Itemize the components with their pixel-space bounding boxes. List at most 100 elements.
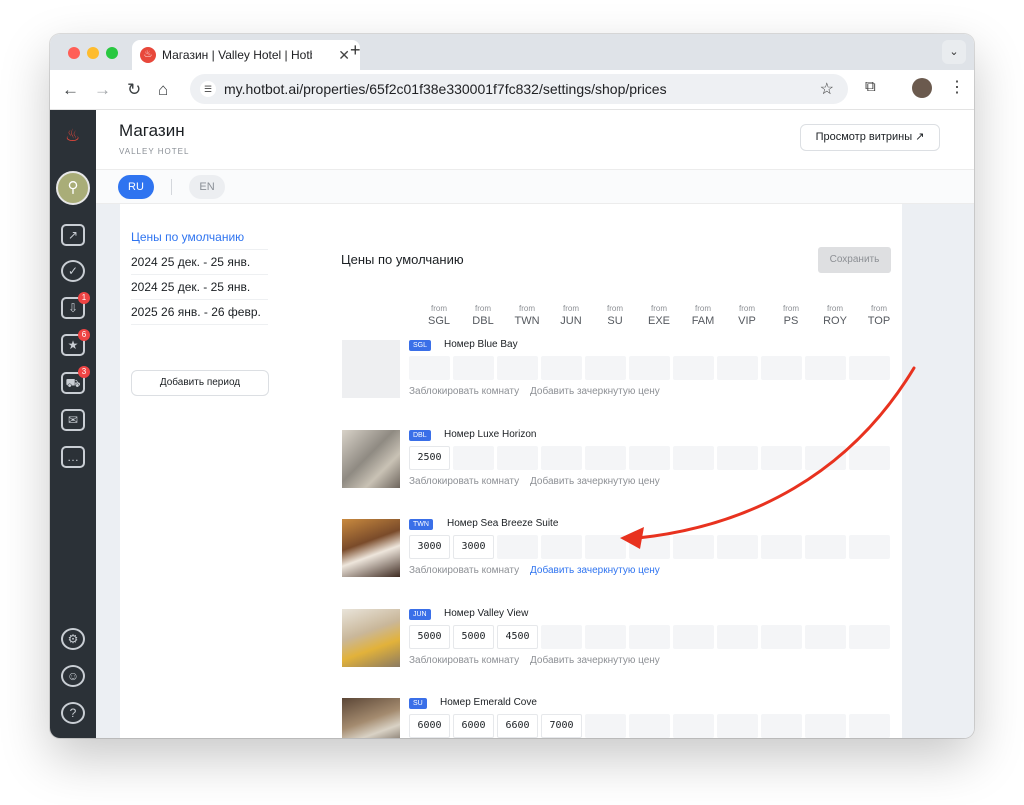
hotbot-logo-icon[interactable]: ♨ [65,126,80,146]
lang-ru-button[interactable]: RU [118,175,154,199]
price-input-jun[interactable] [541,445,582,470]
property-avatar[interactable]: ⚲ [56,171,90,205]
period-default[interactable]: Цены по умолчанию [131,225,268,250]
price-input-jun[interactable] [541,356,582,380]
price-input-su[interactable] [585,356,626,380]
address-bar[interactable]: ☰ my.hotbot.ai/properties/65f2c01f38e330… [190,74,848,104]
price-input-roy[interactable] [805,445,846,470]
price-input-twn[interactable] [497,445,538,470]
close-tab-icon[interactable]: ✕ [338,47,350,63]
price-input-ps[interactable] [761,714,802,738]
price-input-su[interactable] [585,535,626,559]
price-input-dbl[interactable]: 3000 [453,535,494,559]
help-icon[interactable]: ? [61,702,85,724]
price-input-jun[interactable]: 7000 [541,714,582,738]
price-input-su[interactable] [585,445,626,470]
price-input-fam[interactable] [673,624,714,649]
price-input-dbl[interactable] [453,445,494,470]
price-input-exe[interactable] [629,445,670,470]
back-icon[interactable]: ← [62,80,79,100]
mail-icon[interactable]: ✉ [61,409,85,431]
settings-gear-icon[interactable]: ⚙ [61,628,85,650]
price-input-top[interactable] [849,535,890,559]
period-item[interactable]: 2024 25 дек. - 25 янв. [131,275,268,300]
price-input-sgl[interactable]: 2500 [409,445,450,470]
reload-icon[interactable]: ↻ [127,80,141,100]
save-button[interactable]: Сохранить [818,247,891,273]
price-input-vip[interactable] [717,624,758,649]
price-input-jun[interactable] [541,624,582,649]
zoom-window-button[interactable] [106,47,118,59]
url-text[interactable]: my.hotbot.ai/properties/65f2c01f38e33000… [224,81,667,97]
price-input-fam[interactable] [673,535,714,559]
price-input-roy[interactable] [805,624,846,649]
minimize-window-button[interactable] [87,47,99,59]
room-photo[interactable] [342,698,400,738]
price-input-vip[interactable] [717,535,758,559]
price-input-top[interactable] [849,714,890,738]
price-input-twn[interactable] [497,535,538,559]
price-input-vip[interactable] [717,356,758,380]
tasks-check-icon[interactable]: ✓ [61,260,85,282]
lang-en-button[interactable]: EN [189,175,225,199]
room-photo[interactable] [342,340,400,398]
price-input-exe[interactable] [629,714,670,738]
block-room-link[interactable]: Заблокировать комнату [409,655,519,666]
price-input-roy[interactable] [805,535,846,559]
price-input-twn[interactable]: 4500 [497,624,538,649]
price-input-exe[interactable] [629,535,670,559]
user-profile-icon[interactable]: ☺ [61,665,85,687]
price-input-fam[interactable] [673,445,714,470]
price-input-roy[interactable] [805,714,846,738]
room-photo[interactable] [342,519,400,577]
analytics-icon[interactable]: ↗ [61,224,85,246]
price-input-ps[interactable] [761,624,802,649]
price-input-top[interactable] [849,356,890,380]
price-input-vip[interactable] [717,714,758,738]
price-input-sgl[interactable] [409,356,450,380]
add-period-button[interactable]: Добавить период [131,370,269,396]
price-input-dbl[interactable]: 5000 [453,624,494,649]
period-item[interactable]: 2024 25 дек. - 25 янв. [131,250,268,275]
site-settings-icon[interactable]: ☰ [200,81,216,97]
new-tab-icon[interactable]: + [350,40,361,61]
close-window-button[interactable] [68,47,80,59]
price-input-su[interactable] [585,714,626,738]
price-input-fam[interactable] [673,356,714,380]
extensions-icon[interactable]: ⧉ [865,78,876,95]
price-input-exe[interactable] [629,624,670,649]
home-icon[interactable]: ⌂ [158,80,168,100]
add-strike-price-link[interactable]: Добавить зачеркнутую цену [530,655,660,666]
price-input-dbl[interactable] [453,356,494,380]
price-input-sgl[interactable]: 5000 [409,624,450,649]
browser-menu-icon[interactable]: ⋮ [949,77,965,97]
profile-avatar[interactable] [912,78,932,98]
browser-tab[interactable]: ♨ Магазин | Valley Hotel | Hotbot ✕ [132,40,360,70]
period-item[interactable]: 2025 26 янв. - 26 февр. [131,300,268,325]
price-input-sgl[interactable]: 6000 [409,714,450,738]
price-input-top[interactable] [849,624,890,649]
block-room-link[interactable]: Заблокировать комнату [409,565,519,576]
add-strike-price-link[interactable]: Добавить зачеркнутую цену [530,476,660,487]
add-strike-price-link[interactable]: Добавить зачеркнутую цену [530,565,660,576]
price-input-fam[interactable] [673,714,714,738]
price-input-exe[interactable] [629,356,670,380]
block-room-link[interactable]: Заблокировать комнату [409,476,519,487]
price-input-ps[interactable] [761,535,802,559]
room-photo[interactable] [342,608,400,667]
price-input-vip[interactable] [717,445,758,470]
room-photo[interactable] [342,429,400,488]
storefront-preview-button[interactable]: Просмотр витрины ↗ [800,124,940,151]
price-input-su[interactable] [585,624,626,649]
chat-icon[interactable]: … [61,446,85,468]
forward-icon[interactable]: → [94,80,111,100]
price-input-top[interactable] [849,445,890,470]
price-input-roy[interactable] [805,356,846,380]
block-room-link[interactable]: Заблокировать комнату [409,386,519,397]
price-input-dbl[interactable]: 6000 [453,714,494,738]
price-input-jun[interactable] [541,535,582,559]
add-strike-price-link[interactable]: Добавить зачеркнутую цену [530,386,660,397]
tab-search-icon[interactable]: ⌄ [942,40,966,64]
price-input-twn[interactable] [497,356,538,380]
price-input-ps[interactable] [761,445,802,470]
